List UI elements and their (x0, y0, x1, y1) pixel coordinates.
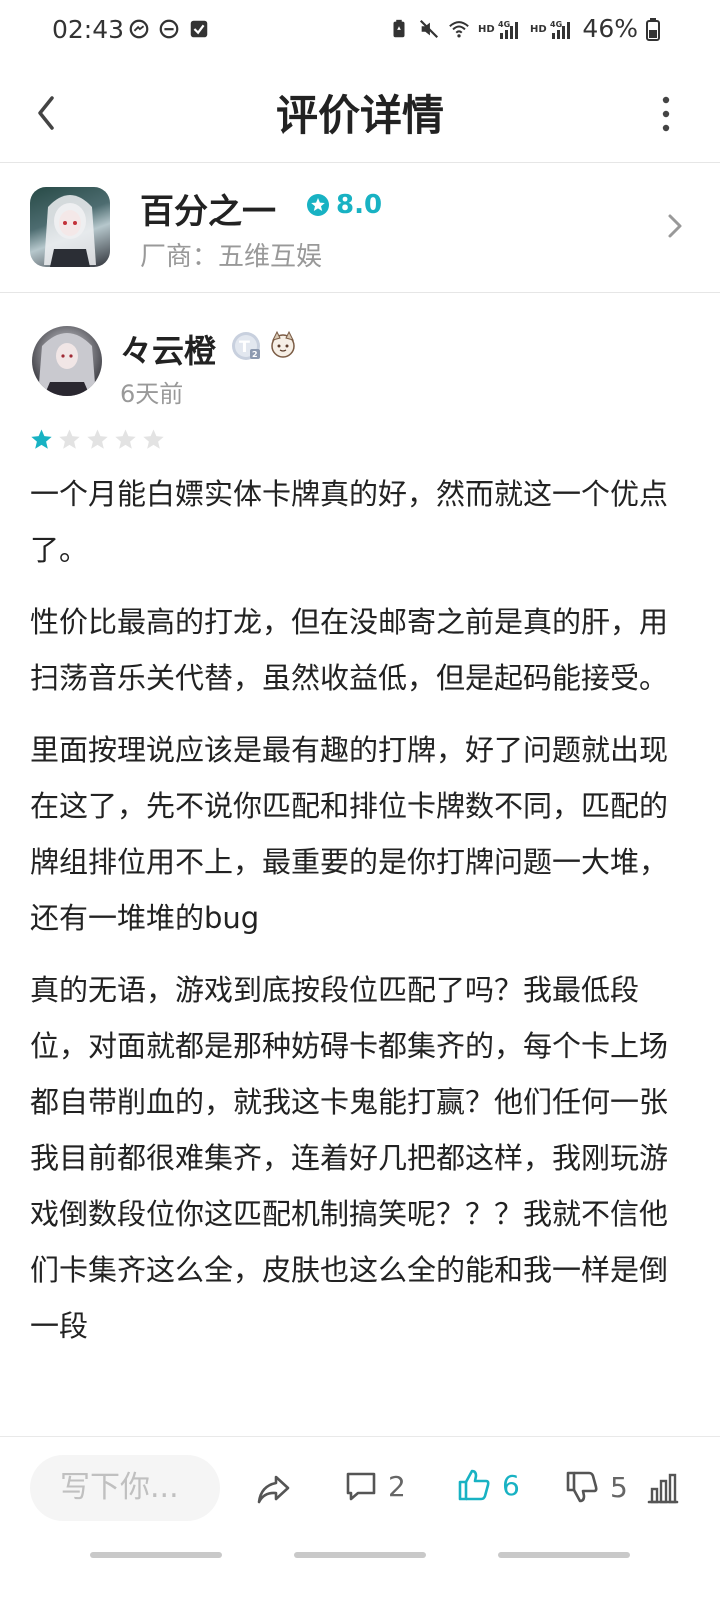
battery-icon (646, 17, 660, 41)
app-icon-art (44, 195, 96, 267)
chevron-right-icon (668, 214, 682, 238)
app-info-row[interactable]: 百分之一 8.0 厂商：五维互娱 (0, 162, 720, 293)
avatar[interactable] (32, 326, 102, 396)
svg-text:2: 2 (252, 350, 258, 359)
comment-input[interactable]: 写下你... (30, 1455, 220, 1521)
star-empty-icon (115, 429, 136, 449)
dislike-button[interactable]: 5 (564, 1469, 628, 1505)
review-paragraph: 里面按理说应该是最有趣的打牌，好了问题就出现在这了，先不说你匹配和排位卡牌数不同… (30, 733, 669, 935)
more-options-button[interactable] (660, 92, 672, 136)
app-rating: 8.0 (306, 190, 382, 220)
review-time: 6天前 (120, 380, 184, 408)
thumbs-up-icon (458, 1469, 490, 1501)
star-rating (30, 428, 165, 451)
review-paragraph: 性价比最高的打龙，但在没邮寄之前是真的肝，用扫荡音乐关代替，虽然收益低，但是起码… (30, 605, 669, 695)
checkbox-notification-icon (190, 20, 208, 38)
star-empty-icon (87, 429, 108, 449)
hd-4g-signal-icon: HD 4G (478, 20, 519, 39)
review-paragraph: 一个月能白嫖实体卡牌真的好，然而就这一个优点了。 (30, 477, 669, 567)
hd-4g-signal-icon: HD 4G (530, 20, 571, 39)
star-empty-icon (143, 429, 164, 449)
share-button[interactable] (254, 1469, 294, 1509)
svg-text:HD: HD (530, 24, 547, 35)
review-body: 一个月能白嫖实体卡牌真的好，然而就这一个优点了。 性价比最高的打龙，但在没邮寄之… (30, 466, 682, 1436)
like-count: 6 (502, 1468, 520, 1502)
status-time: 02:43 (52, 15, 125, 44)
status-bar: 02:43 HD 4G HD 4G 46% (0, 0, 720, 64)
comment-count: 2 (388, 1469, 406, 1503)
svg-text:4G: 4G (550, 20, 562, 29)
username[interactable]: 々云橙 (120, 326, 216, 372)
system-nav-bar (0, 1540, 720, 1600)
messenger-icon (129, 19, 149, 39)
level-badge-icon: T 2 (232, 332, 260, 360)
thumbs-down-icon (566, 1471, 598, 1503)
vendor-name: 五维互娱 (218, 242, 323, 272)
star-filled-icon (31, 429, 52, 449)
character-badge-icon (271, 330, 295, 358)
review-paragraph: 真的无语，游戏到底按段位匹配了吗？我最低段位，对面就都是那种妨碍卡都集齐的，每个… (30, 973, 669, 1343)
share-icon (257, 1475, 290, 1504)
nav-home-button[interactable] (294, 1552, 426, 1558)
avatar-art (38, 333, 96, 396)
review-author: 々云橙 T 2 6天前 (0, 292, 720, 412)
star-empty-icon (59, 429, 80, 449)
bar-chart-icon (647, 1473, 679, 1504)
do-not-disturb-icon (159, 19, 179, 39)
battery-percent: 46% (582, 14, 638, 43)
wifi-icon (449, 20, 470, 38)
app-header: 评价详情 (0, 64, 720, 163)
action-bar: 写下你... 2 6 5 (0, 1436, 720, 1541)
stats-button[interactable] (646, 1471, 680, 1505)
status-right-icons: HD 4G HD 4G 46% (388, 14, 660, 43)
star-badge-icon (307, 194, 329, 216)
app-icon[interactable] (30, 187, 110, 267)
svg-text:4G: 4G (498, 20, 510, 29)
nav-back-button[interactable] (498, 1552, 630, 1558)
like-button[interactable]: 6 (456, 1467, 520, 1503)
dislike-count: 5 (610, 1470, 628, 1504)
nav-recent-button[interactable] (90, 1552, 222, 1558)
status-left-icons (128, 18, 210, 40)
page-title: 评价详情 (275, 91, 444, 140)
comment-icon (346, 1472, 376, 1501)
app-vendor: 厂商：五维互娱 (140, 236, 322, 273)
app-rating-score: 8.0 (336, 190, 383, 220)
mute-icon (420, 19, 439, 38)
svg-text:T: T (239, 337, 250, 356)
vendor-label: 厂商： (140, 242, 219, 272)
comment-button[interactable]: 2 (344, 1469, 406, 1503)
app-name: 百分之一 (140, 192, 276, 232)
svg-text:HD: HD (478, 24, 495, 35)
battery-saver-icon (393, 19, 405, 37)
